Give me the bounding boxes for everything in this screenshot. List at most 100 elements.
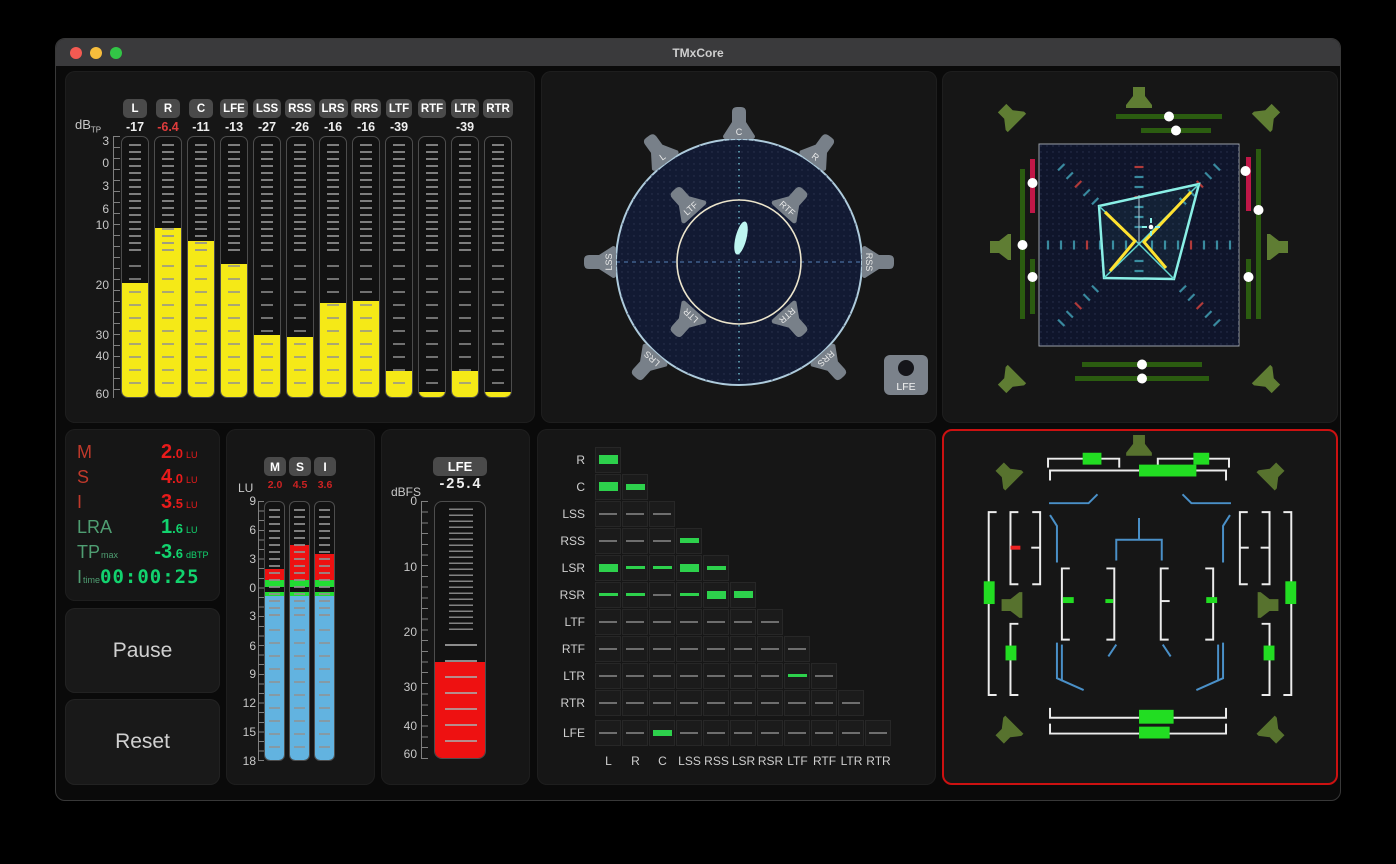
correlation-bar xyxy=(680,564,699,572)
loudness-row-I: I3.5LU xyxy=(77,491,210,516)
correlation-zero-line xyxy=(842,702,860,704)
matrix-cell xyxy=(676,528,702,554)
matrix-col-label: LTF xyxy=(784,754,811,768)
matrix-cell xyxy=(757,690,783,716)
room-outline xyxy=(1049,494,1231,690)
channel-button-C[interactable]: C xyxy=(189,99,213,118)
correlation-zero-line xyxy=(626,648,644,650)
matrix-cell xyxy=(676,582,702,608)
channel-button-LTF[interactable]: LTF xyxy=(386,99,412,118)
meter-column-RTR: RTR xyxy=(484,99,512,398)
speaker-icon-C: C xyxy=(723,107,755,139)
speaker-icon-top xyxy=(1126,87,1152,108)
speaker-icon-bottom-right xyxy=(1257,716,1290,749)
scale-label: 3 xyxy=(102,134,109,148)
reset-button[interactable]: Reset xyxy=(65,699,220,785)
correlation-zero-line xyxy=(626,513,644,515)
meter-ruler xyxy=(113,136,120,398)
matrix-row-label: RSR xyxy=(547,588,595,602)
lfe-toggle-button[interactable]: LFE xyxy=(884,355,928,395)
channel-button-R[interactable]: R xyxy=(156,99,180,118)
matrix-row-label: RTF xyxy=(547,642,595,656)
correlation-bar xyxy=(599,564,618,572)
matrix-cell xyxy=(595,447,621,473)
matrix-col-label: L xyxy=(595,754,622,768)
matrix-cell xyxy=(757,609,783,635)
room-speaker-icons xyxy=(991,435,1290,749)
zoom-button[interactable] xyxy=(110,47,122,59)
loudness-row-LRA: LRA1.6LU xyxy=(77,516,210,541)
correlation-zero-line xyxy=(788,732,806,734)
matrix-cell xyxy=(622,501,648,527)
channel-button-RTF[interactable]: RTF xyxy=(418,99,446,118)
matrix-cell xyxy=(595,474,621,500)
matrix-cell xyxy=(649,720,675,746)
correlation-zero-line xyxy=(599,540,617,542)
speaker-icon-RSS: RSS xyxy=(862,246,894,278)
channel-button-LSS[interactable]: LSS xyxy=(253,99,281,118)
matrix-col-label: RSS xyxy=(703,754,730,768)
channel-value-LFE: -13 xyxy=(225,120,243,136)
msi-button-M[interactable]: M xyxy=(264,457,286,476)
correlation-zero-line xyxy=(734,621,752,623)
channel-value-LTR: -39 xyxy=(456,120,474,136)
channel-button-RTR[interactable]: RTR xyxy=(483,99,513,118)
correlation-zero-line xyxy=(599,732,617,734)
pause-button[interactable]: Pause xyxy=(65,608,220,693)
correlation-bar xyxy=(680,593,699,596)
lfe-ruler xyxy=(421,501,428,759)
correlation-bar xyxy=(599,482,618,491)
msi-scale: 9630369121518 xyxy=(238,501,256,761)
matrix-cell xyxy=(622,609,648,635)
msi-button-S[interactable]: S xyxy=(289,457,311,476)
meter-column-RTF: RTF xyxy=(418,99,446,398)
channel-button-LFE[interactable]: LFE xyxy=(220,99,248,118)
correlation-zero-line xyxy=(653,594,671,596)
channel-button-LTR[interactable]: LTR xyxy=(451,99,479,118)
matrix-cell xyxy=(595,609,621,635)
matrix-cell xyxy=(676,555,702,581)
close-button[interactable] xyxy=(70,47,82,59)
matrix-cell xyxy=(730,690,756,716)
correlation-zero-line xyxy=(815,732,833,734)
correlation-zero-line xyxy=(815,675,833,677)
correlation-bar xyxy=(680,538,699,543)
correlation-zero-line xyxy=(599,702,617,704)
speaker-brackets xyxy=(989,459,1292,734)
matrix-row-label: LFE xyxy=(547,726,595,740)
correlation-zero-line xyxy=(599,513,617,515)
matrix-cell xyxy=(703,663,729,689)
correlation-zero-line xyxy=(599,648,617,650)
matrix-cell xyxy=(622,636,648,662)
channel-value-RRS: -16 xyxy=(357,120,375,136)
minimize-button[interactable] xyxy=(90,47,102,59)
matrix-row-label: RSS xyxy=(547,534,595,548)
matrix-row-LSS: LSS xyxy=(547,500,892,527)
correlation-zero-line xyxy=(761,675,779,677)
speaker-icon-left xyxy=(990,234,1011,260)
matrix-row-LSR: LSR xyxy=(547,554,892,581)
correlation-zero-line xyxy=(626,702,644,704)
correlation-zero-line xyxy=(626,540,644,542)
channel-button-L[interactable]: L xyxy=(123,99,147,118)
msi-button-I[interactable]: I xyxy=(314,457,336,476)
speaker-icon-right xyxy=(1267,234,1288,260)
correlation-bar xyxy=(626,593,645,596)
matrix-cell xyxy=(676,609,702,635)
lfe-meter-button[interactable]: LFE xyxy=(433,457,487,476)
matrix-col-label: RSR xyxy=(757,754,784,768)
correlation-bar xyxy=(653,566,672,569)
matrix-cell xyxy=(622,474,648,500)
loudness-row-S: S4.0LU xyxy=(77,466,210,491)
matrix-col-label: LTR xyxy=(838,754,865,768)
channel-button-RSS[interactable]: RSS xyxy=(285,99,315,118)
matrix-col-label: RTR xyxy=(865,754,892,768)
channel-button-RRS[interactable]: RRS xyxy=(351,99,381,118)
msi-tube-S xyxy=(289,501,310,761)
matrix-row-RTR: RTR xyxy=(547,689,892,716)
channel-button-LRS[interactable]: LRS xyxy=(319,99,348,118)
correlation-matrix-panel: RCLSSRSSLSRRSRLTFRTFLTRRTRLFELRCLSSRSSLS… xyxy=(537,429,936,785)
speaker-icon-top-right xyxy=(1257,458,1290,491)
room-view-panel[interactable] xyxy=(942,429,1338,785)
correlation-zero-line xyxy=(626,675,644,677)
